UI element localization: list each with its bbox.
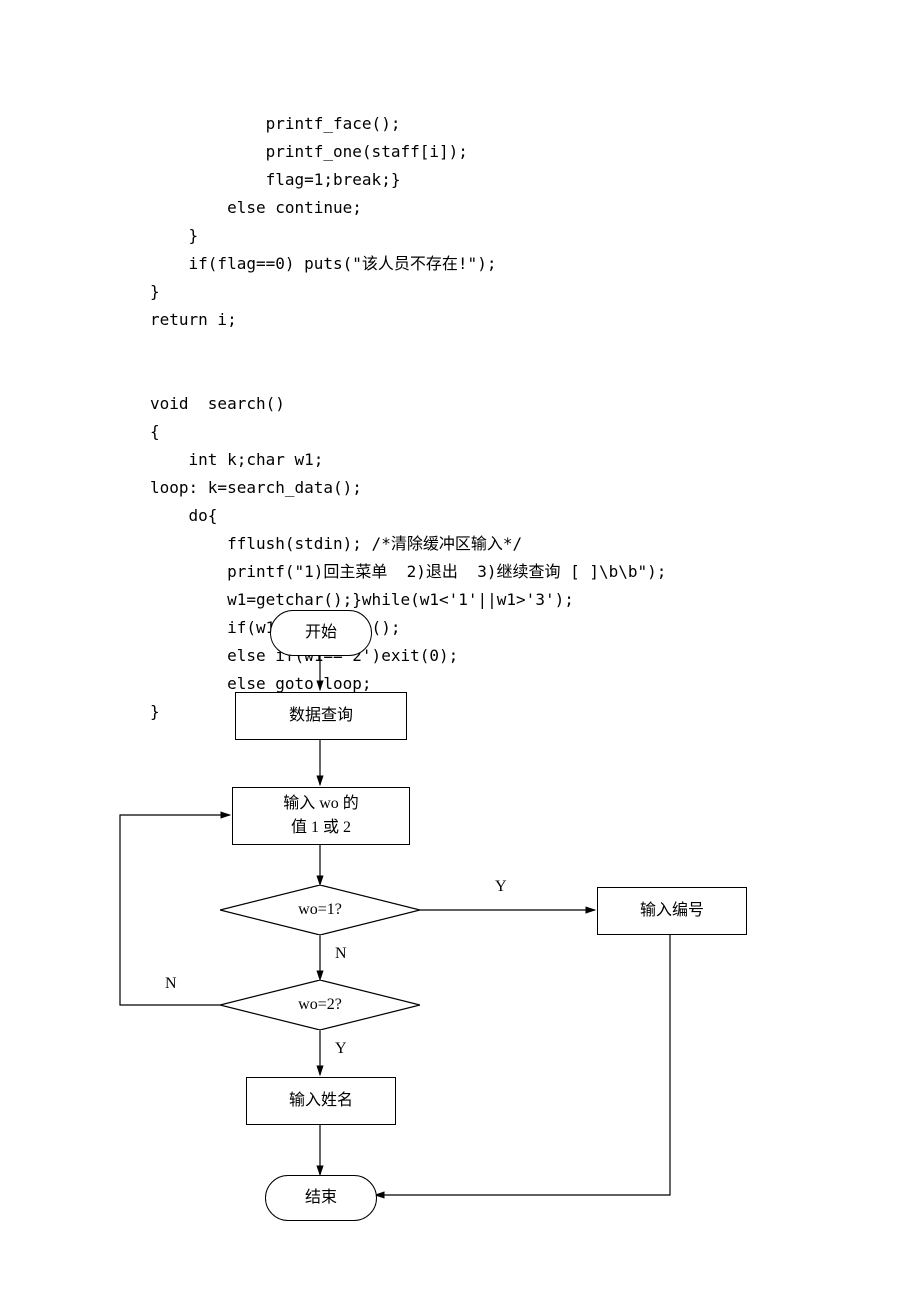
flow-input-wo: 输入 wo 的 值 1 或 2 [232,787,410,845]
code-line: if(flag==0) puts("该人员不存在!"); [150,254,496,273]
flow-end: 结束 [265,1175,377,1221]
flowchart: 开始 数据查询 输入 wo 的 值 1 或 2 wo=1? wo=2? 输入编号… [0,610,920,1250]
code-line: printf("1)回主菜单 2)退出 3)继续查询 [ ]\b\b"); [150,562,666,581]
code-line: do{ [150,506,217,525]
flow-decision-wo2-text: wo=2? [220,980,420,1030]
flow-connectors [0,610,920,1250]
code-line: void search() [150,394,285,413]
label-n2: N [165,975,177,993]
code-line: fflush(stdin); /*清除缓冲区输入*/ [150,534,522,553]
flow-start: 开始 [270,610,372,656]
code-line: } [150,282,160,301]
code-line: flag=1;break;} [150,170,400,189]
label-y1: Y [495,878,507,896]
flow-decision-wo2: wo=2? [220,980,420,1030]
code-line: w1=getchar();}while(w1<'1'||w1>'3'); [150,590,574,609]
flow-query: 数据查询 [235,692,407,740]
code-line: loop: k=search_data(); [150,478,362,497]
flow-input-wo-line1: 输入 wo 的 [283,792,359,816]
flow-input-number: 输入编号 [597,887,747,935]
code-line: printf_one(staff[i]); [150,142,468,161]
flow-input-name: 输入姓名 [246,1077,396,1125]
code-line: printf_face(); [150,114,400,133]
label-n1: N [335,945,347,963]
code-line: { [150,422,160,441]
flow-input-wo-line2: 值 1 或 2 [291,816,351,840]
page: printf_face(); printf_one(staff[i]); fla… [0,0,920,1302]
label-y2: Y [335,1040,347,1058]
flow-decision-wo1: wo=1? [220,885,420,935]
code-line: else continue; [150,198,362,217]
code-line: } [150,226,198,245]
code-line: return i; [150,310,237,329]
flow-decision-wo1-text: wo=1? [220,885,420,935]
code-line: int k;char w1; [150,450,323,469]
